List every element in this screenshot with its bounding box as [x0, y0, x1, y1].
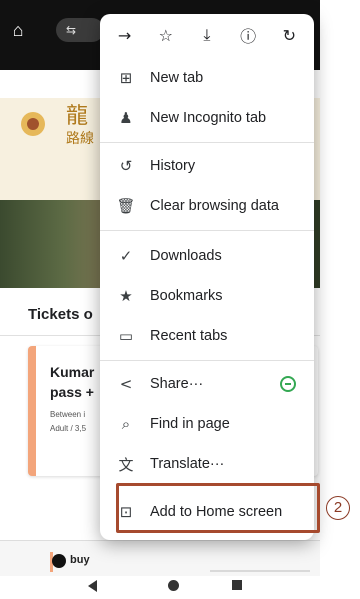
- bookmarks-icon: ★: [119, 287, 133, 305]
- menu-item-label: New Incognito tab: [150, 110, 267, 126]
- incognito-icon: ♟: [119, 109, 133, 127]
- refresh-icon[interactable]: ↻: [275, 21, 303, 49]
- menu-item-bookmarks[interactable]: ★ Bookmarks: [100, 276, 314, 316]
- site-title-chars: 龍: [66, 104, 89, 129]
- menu-item-find-in-page[interactable]: ⌕ Find in page: [100, 404, 314, 444]
- system-nav-bar: [0, 576, 360, 599]
- menu-divider: [100, 360, 314, 361]
- menu-toolbar: → ☆ ⤓ ⓘ ↻: [100, 14, 314, 56]
- menu-item-label: Downloads: [150, 248, 222, 264]
- forward-icon[interactable]: →: [111, 21, 139, 49]
- buy-button[interactable]: buy: [52, 554, 90, 572]
- menu-item-label: Recent tabs: [150, 328, 228, 344]
- page-info-icon[interactable]: ⓘ: [234, 21, 262, 49]
- translate-icon: 文: [118, 455, 134, 474]
- trash-icon: 🗑: [116, 197, 136, 215]
- menu-item-recent-tabs[interactable]: ▭ Recent tabs: [100, 316, 314, 356]
- new-tab-icon: ⊞: [119, 69, 133, 87]
- tickets-section-title: Tickets o: [28, 306, 93, 323]
- menu-item-clear-browsing-data[interactable]: 🗑 Clear browsing data: [100, 186, 314, 226]
- menu-item-label: History: [150, 158, 196, 174]
- menu-item-label: Clear browsing data: [150, 198, 279, 214]
- history-icon: ↺: [119, 157, 133, 175]
- share-target-icon[interactable]: [280, 376, 296, 392]
- share-icon: <: [119, 375, 133, 393]
- overflow-menu: → ☆ ⤓ ⓘ ↻ ⊞ New tab ♟ New Incognito tab …: [100, 14, 314, 540]
- recent-tabs-icon: ▭: [118, 327, 134, 345]
- site-logo: [21, 112, 45, 136]
- menu-divider: [100, 142, 314, 143]
- menu-item-label: Share···: [150, 376, 204, 392]
- back-icon[interactable]: [88, 580, 97, 592]
- home-nav-icon[interactable]: [168, 580, 179, 591]
- bookmark-star-icon[interactable]: ☆: [152, 21, 180, 49]
- highlight-box: [116, 483, 320, 533]
- site-settings-chip[interactable]: ⇆: [56, 18, 104, 42]
- ticket-card-title: Kumar pass +: [50, 364, 95, 400]
- download-icon[interactable]: ⤓: [193, 21, 221, 49]
- menu-divider: [100, 230, 314, 231]
- menu-item-new-incognito-tab[interactable]: ♟ New Incognito tab: [100, 98, 314, 138]
- site-subtitle-chars: 路線: [66, 131, 94, 147]
- menu-item-new-tab[interactable]: ⊞ New tab: [100, 58, 314, 98]
- ticket-card-meta: Between i Adult / 3,5: [50, 410, 87, 433]
- recents-icon[interactable]: [232, 580, 242, 590]
- find-in-page-icon: ⌕: [121, 415, 131, 433]
- menu-item-label: New tab: [150, 70, 204, 86]
- menu-item-history[interactable]: ↺ History: [100, 146, 314, 186]
- step-number-badge: 2: [326, 496, 350, 520]
- menu-item-translate[interactable]: 文 Translate···: [100, 444, 314, 484]
- faded-control: [210, 552, 310, 572]
- menu-item-label: Translate···: [150, 456, 225, 472]
- menu-item-downloads[interactable]: ✓ Downloads: [100, 236, 314, 276]
- home-icon[interactable]: ⌂: [8, 20, 28, 40]
- menu-item-share[interactable]: < Share···: [100, 364, 314, 404]
- menu-item-label: Bookmarks: [150, 288, 223, 304]
- menu-item-label: Find in page: [150, 416, 230, 432]
- downloads-icon: ✓: [119, 247, 133, 265]
